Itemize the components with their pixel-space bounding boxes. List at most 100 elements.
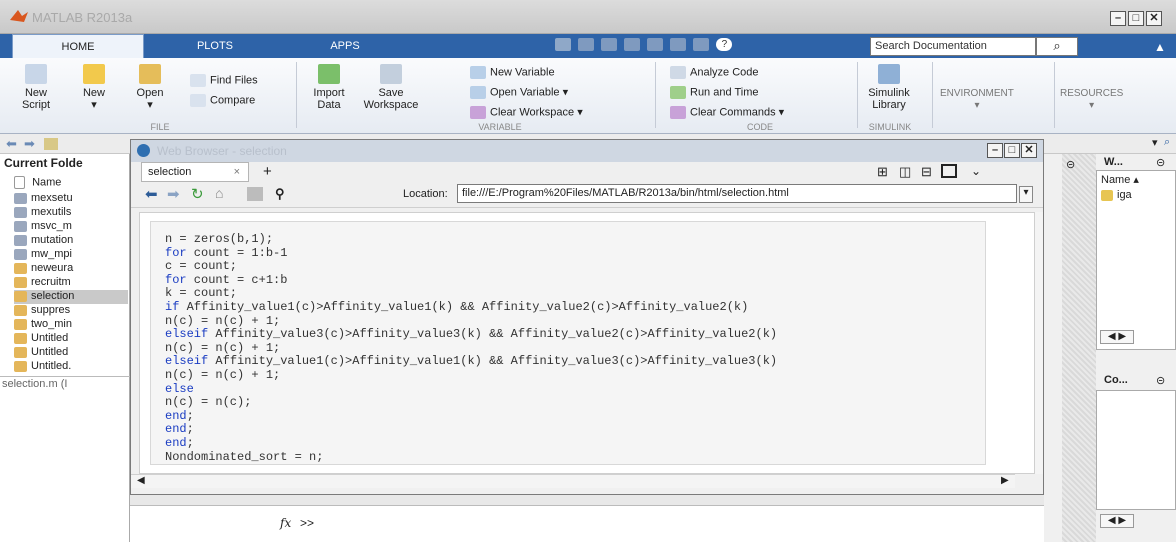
tab-menu-icon[interactable]: ⌄: [971, 164, 981, 178]
close-button[interactable]: ✕: [1146, 11, 1162, 26]
browser-close-button[interactable]: ✕: [1021, 143, 1037, 158]
tab-apps[interactable]: APPS: [305, 34, 385, 58]
search-icon[interactable]: ⌕: [1036, 37, 1078, 56]
analyze-code-button[interactable]: Analyze Code: [670, 66, 759, 79]
single-view-icon[interactable]: [941, 164, 957, 178]
run-and-time-button[interactable]: Run and Time: [670, 86, 758, 99]
browser-minimize-button[interactable]: –: [987, 143, 1003, 158]
code-keyword: else: [165, 381, 194, 396]
minimize-button[interactable]: –: [1110, 11, 1126, 26]
clear-workspace-button[interactable]: Clear Workspace ▾: [470, 106, 583, 119]
folder-file-item[interactable]: msvc_m: [14, 220, 128, 234]
web-browser-window: Web Browser - selection – □ ✕ selection …: [130, 139, 1044, 495]
help-icon[interactable]: ?: [716, 38, 733, 51]
horizontal-scrollbar[interactable]: ◀ ▶: [131, 474, 1015, 488]
switch-windows-icon[interactable]: [693, 38, 710, 51]
collapse-ribbon-icon[interactable]: ▲: [1154, 40, 1166, 54]
vertical-scrollbar[interactable]: [1035, 212, 1043, 474]
location-dropdown-icon[interactable]: ▾: [1019, 186, 1033, 203]
tab-plots[interactable]: PLOTS: [170, 34, 260, 58]
environment-button[interactable]: ENVIRONMENT ▾: [940, 88, 1014, 112]
browser-tab-selection[interactable]: selection ×: [141, 162, 249, 182]
workspace-name-header[interactable]: Name ▴: [1101, 173, 1139, 186]
open-variable-button[interactable]: Open Variable ▾: [470, 86, 568, 99]
back-arrow-icon[interactable]: ⬅: [6, 136, 17, 152]
new-variable-button[interactable]: New Variable: [470, 66, 555, 79]
forward-arrow-icon[interactable]: ➡: [24, 136, 35, 152]
tile-grid-icon[interactable]: ⊞: [877, 164, 888, 180]
code-line: c = count;: [165, 259, 238, 274]
folder-file-item[interactable]: mw_mpi: [14, 248, 128, 262]
folder-file-item[interactable]: mexutils: [14, 206, 128, 220]
code-line: for count = c+1:b: [165, 272, 288, 287]
workspace-scroll-icon[interactable]: ◀ ▶: [1100, 330, 1134, 344]
home-icon[interactable]: ⌂: [215, 185, 223, 201]
current-folder-title: Current Folde: [4, 156, 83, 170]
find-files-button[interactable]: Find Files: [190, 74, 258, 87]
file-icon: [14, 290, 27, 302]
command-window[interactable]: fx >>: [130, 505, 1060, 542]
redo-icon[interactable]: [670, 38, 687, 51]
folder-file-item[interactable]: neweura: [14, 262, 128, 276]
new-script-button[interactable]: New Script: [16, 64, 56, 111]
undo-icon[interactable]: [647, 38, 664, 51]
name-column-header[interactable]: Name: [14, 176, 126, 189]
code-keyword: end: [165, 422, 187, 437]
location-url-input[interactable]: file:///E:/Program%20Files/MATLAB/R2013a…: [457, 184, 1017, 203]
folder-file-item[interactable]: two_min: [14, 318, 128, 332]
paste-icon[interactable]: [624, 38, 641, 51]
simulink-library-icon: [878, 64, 900, 84]
folder-file-item[interactable]: selection: [14, 290, 128, 304]
folder-file-item[interactable]: suppres: [14, 304, 128, 318]
folder-file-item[interactable]: Untitled: [14, 346, 128, 360]
new-tab-button[interactable]: +: [263, 163, 272, 180]
folder-file-item[interactable]: recruitm: [14, 276, 128, 290]
cut-icon[interactable]: [578, 38, 595, 51]
code-line: end;: [165, 436, 194, 450]
browser-back-icon[interactable]: ⬅: [145, 185, 158, 203]
code-line: n = zeros(b,1);: [165, 232, 274, 246]
clear-commands-button[interactable]: Clear Commands ▾: [670, 106, 784, 119]
simulink-library-button[interactable]: Simulink Library: [862, 64, 916, 111]
code-keyword: for: [165, 272, 187, 287]
new-variable-icon: [470, 66, 486, 79]
resources-button[interactable]: RESOURCES ▾: [1060, 88, 1123, 112]
analyze-code-icon: [670, 66, 686, 79]
new-button[interactable]: New ▾: [74, 64, 114, 111]
scroll-right-icon[interactable]: ▶: [1001, 475, 1009, 486]
folder-file-item[interactable]: mutation: [14, 234, 128, 248]
workspace-variable-iga[interactable]: iga: [1101, 189, 1132, 201]
folder-file-item[interactable]: Untitled.: [14, 360, 128, 374]
compare-button[interactable]: Compare: [190, 94, 255, 107]
tile-rows-icon[interactable]: ⊟: [921, 164, 932, 180]
import-data-button[interactable]: Import Data: [306, 64, 352, 111]
maximize-button[interactable]: □: [1128, 11, 1144, 26]
dock-splitter[interactable]: [1062, 154, 1096, 542]
history-scroll-icon[interactable]: ◀ ▶: [1100, 514, 1134, 528]
search-documentation-input[interactable]: Search Documentation: [870, 37, 1036, 56]
browser-maximize-button[interactable]: □: [1004, 143, 1020, 158]
search-folder-icon[interactable]: ⌕: [1164, 136, 1170, 149]
open-button[interactable]: Open ▾: [130, 64, 170, 111]
browser-forward-icon[interactable]: ➡: [167, 185, 180, 203]
function-browser-icon[interactable]: fx: [280, 516, 291, 530]
folder-up-icon[interactable]: [44, 138, 58, 150]
save-icon[interactable]: [555, 38, 571, 51]
tab-home[interactable]: HOME: [12, 34, 144, 58]
workspace-menu-icon[interactable]: ⊝: [1156, 156, 1165, 169]
find-binoculars-icon[interactable]: ⚲: [275, 186, 285, 202]
refresh-icon[interactable]: ↻: [191, 185, 204, 203]
folder-file-item[interactable]: mexsetu: [14, 192, 128, 206]
dropdown-icon[interactable]: ▾: [1152, 136, 1158, 149]
scroll-left-icon[interactable]: ◀: [137, 475, 145, 486]
save-workspace-button[interactable]: Save Workspace: [360, 64, 422, 111]
quick-access-toolbar[interactable]: ?: [555, 38, 855, 54]
save-workspace-icon: [380, 64, 402, 84]
print-icon[interactable]: [247, 187, 263, 201]
tile-columns-icon[interactable]: ◫: [899, 164, 911, 180]
copy-icon[interactable]: [601, 38, 618, 51]
panel-menu-icon[interactable]: ⊝: [1066, 158, 1075, 171]
tab-close-icon[interactable]: ×: [234, 166, 240, 178]
folder-file-item[interactable]: Untitled: [14, 332, 128, 346]
command-history-menu-icon[interactable]: ⊝: [1156, 374, 1165, 387]
